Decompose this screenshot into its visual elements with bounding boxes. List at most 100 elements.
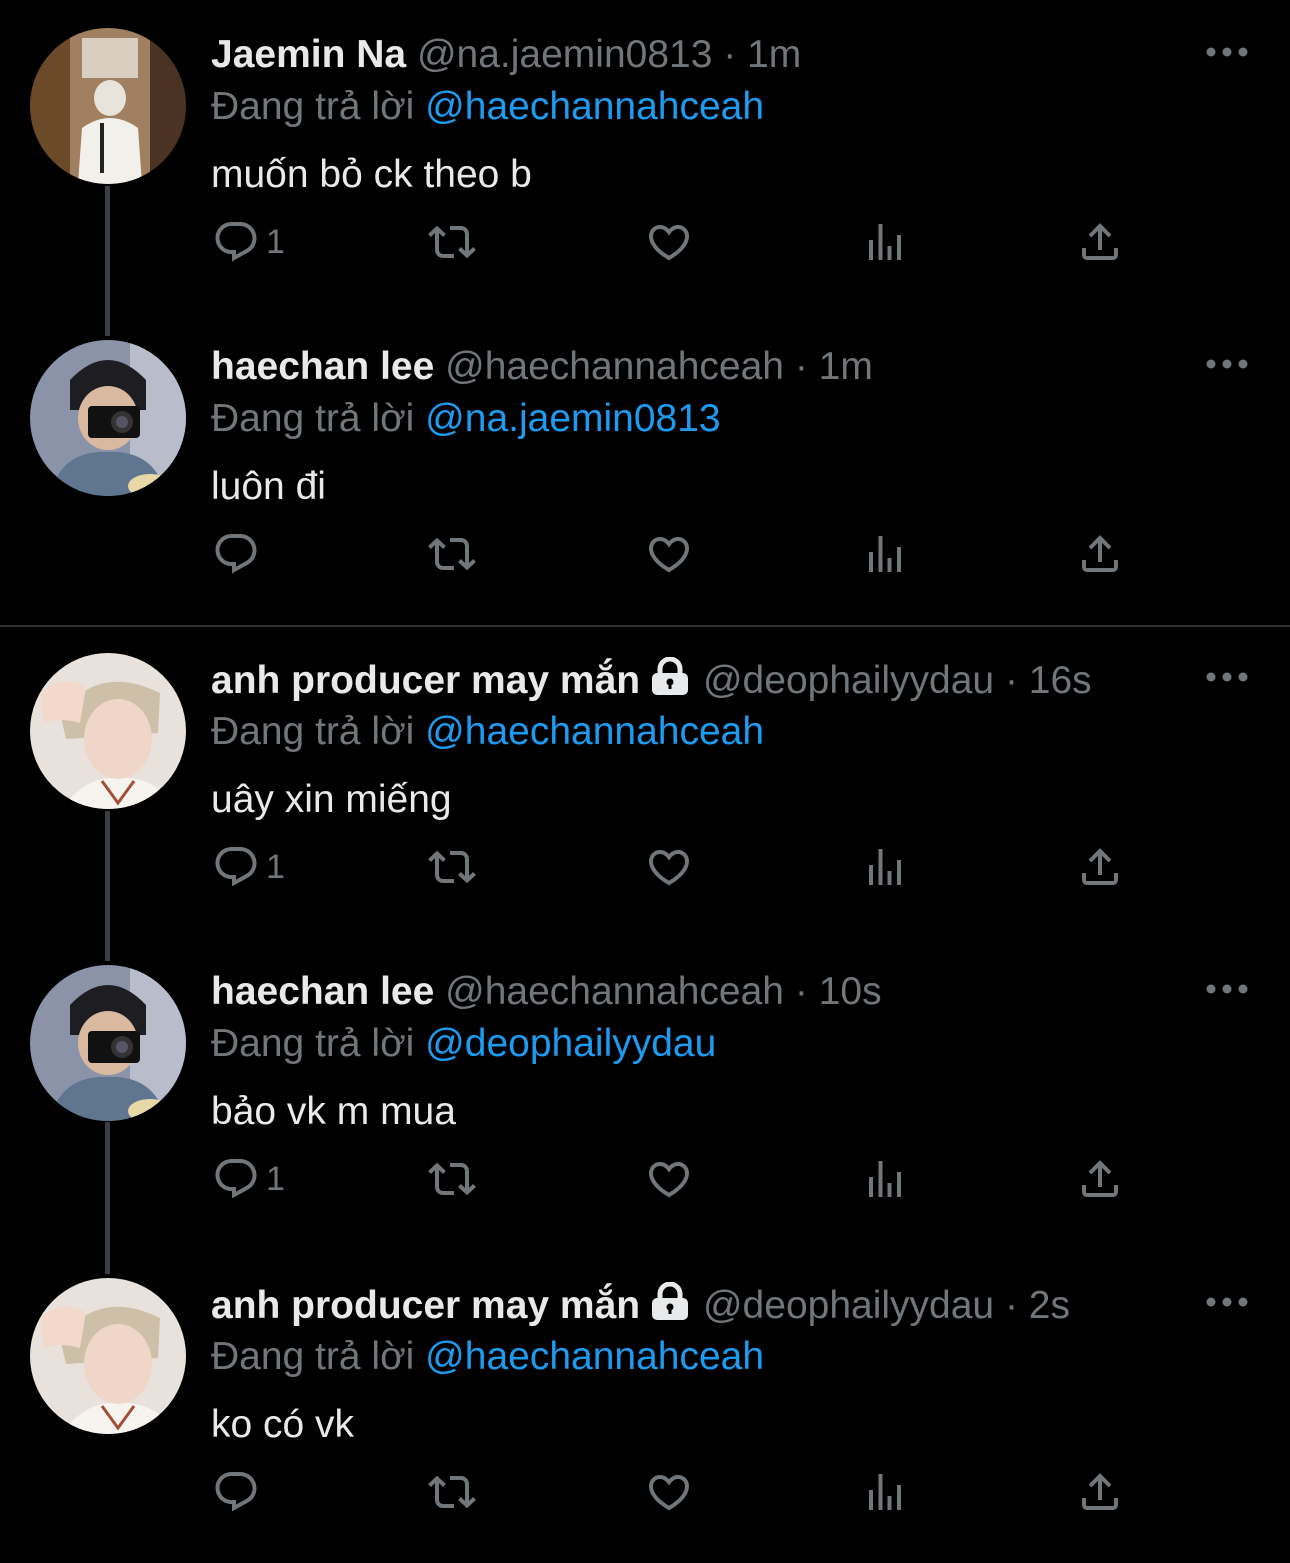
heart-action[interactable] [645,526,693,582]
views-action[interactable] [861,526,909,582]
reply-prefix: Đang trả lời [211,1022,415,1065]
user-handle[interactable]: @haechannahceah [445,970,784,1013]
separator: · [723,33,737,76]
views-action[interactable] [861,1151,909,1207]
reply-mention[interactable]: @haechannahceah [425,85,764,128]
tweet-text: ko có vk [211,1403,355,1446]
tweet-text: bảo vk m mua [211,1090,456,1133]
retweet-action[interactable] [428,214,476,270]
heart-action[interactable] [645,839,693,895]
display-name[interactable]: anh producer may mắn [211,659,640,702]
tweet[interactable]: anh producer may mắn @deophailyydau · 16… [0,625,1290,937]
views-action[interactable] [861,839,909,895]
views-icon [861,1468,909,1516]
reply-icon [212,530,260,578]
more-icon[interactable] [1203,354,1251,374]
reply-mention[interactable]: @haechannahceah [425,710,764,753]
retweet-icon [428,1155,476,1203]
timestamp[interactable]: 1m [747,33,801,76]
display-name[interactable]: haechan lee [211,970,434,1013]
separator: · [1004,1284,1018,1327]
heart-action[interactable] [645,1151,693,1207]
retweet-action[interactable] [428,1151,476,1207]
views-icon [861,843,909,891]
tweet[interactable]: haechan lee @haechannahceah · 10s Đang tr… [0,937,1290,1249]
timestamp[interactable]: 2s [1029,1284,1070,1327]
user-handle[interactable]: @deophailyydau [703,659,994,702]
tweet[interactable]: anh producer may mắn @deophailyydau · 2s… [0,1250,1290,1562]
reply-icon [212,218,260,266]
views-icon [861,530,909,578]
tweet-header: haechan lee @haechannahceah · 1m [211,344,873,390]
thread-line [105,1122,110,1274]
views-action[interactable] [861,214,909,270]
avatar[interactable] [30,340,186,496]
reply-icon [212,1155,260,1203]
share-icon [1076,1155,1124,1203]
avatar[interactable] [30,1278,186,1434]
replying-to: Đang trả lời @na.jaemin0813 [211,396,721,442]
share-action[interactable] [1076,1151,1124,1207]
more-icon[interactable] [1203,42,1251,62]
tweet-header: anh producer may mắn @deophailyydau · 16… [211,656,1092,708]
heart-action[interactable] [645,1464,693,1520]
retweet-icon [428,843,476,891]
avatar[interactable] [30,653,186,809]
display-name[interactable]: anh producer may mắn [211,1284,640,1327]
reply-action[interactable] [212,1464,260,1520]
heart-icon [645,1468,693,1516]
display-name[interactable]: haechan lee [211,345,434,388]
reply-mention[interactable]: @na.jaemin0813 [425,397,720,440]
reply-count: 1 [266,222,285,261]
share-action[interactable] [1076,839,1124,895]
heart-icon [645,218,693,266]
tweet-text: luôn đi [211,465,326,508]
tweet[interactable]: haechan lee @haechannahceah · 1m Đang trả… [0,312,1290,624]
reply-mention[interactable]: @deophailyydau [425,1022,716,1065]
heart-action[interactable] [645,214,693,270]
replying-to: Đang trả lời @haechannahceah [211,84,764,130]
replying-to: Đang trả lời @haechannahceah [211,1334,764,1380]
more-icon[interactable] [1203,667,1251,687]
tweet-actions: 1 [0,1151,1290,1207]
reply-mention[interactable]: @haechannahceah [425,1335,764,1378]
share-icon [1076,530,1124,578]
heart-icon [645,843,693,891]
user-handle[interactable]: @na.jaemin0813 [417,33,712,76]
share-action[interactable] [1076,214,1124,270]
more-icon[interactable] [1203,1292,1251,1312]
separator: · [1004,659,1018,702]
user-handle[interactable]: @deophailyydau [703,1284,994,1327]
replying-to: Đang trả lời @deophailyydau [211,1021,716,1067]
reply-action[interactable]: 1 [212,214,285,270]
thread-line [105,811,110,961]
share-icon [1076,843,1124,891]
share-action[interactable] [1076,526,1124,582]
tweet-actions: 1 [0,839,1290,895]
reply-action[interactable]: 1 [212,1151,285,1207]
share-action[interactable] [1076,1464,1124,1520]
user-handle[interactable]: @haechannahceah [445,345,784,388]
more-icon[interactable] [1203,979,1251,999]
reply-action[interactable]: 1 [212,839,285,895]
reply-prefix: Đang trả lời [211,710,415,753]
retweet-action[interactable] [428,1464,476,1520]
display-name[interactable]: Jaemin Na [211,33,406,76]
retweet-action[interactable] [428,839,476,895]
separator: · [794,345,808,388]
avatar[interactable] [30,28,186,184]
timestamp[interactable]: 1m [819,345,873,388]
timestamp[interactable]: 16s [1029,659,1092,702]
avatar[interactable] [30,965,186,1121]
retweet-icon [428,530,476,578]
timestamp[interactable]: 10s [819,970,882,1013]
tweet-header: anh producer may mắn @deophailyydau · 2s [211,1281,1070,1333]
lock-icon [648,656,692,708]
reply-prefix: Đang trả lời [211,85,415,128]
reply-action[interactable] [212,526,260,582]
tweet-actions: 1 [0,214,1290,270]
views-action[interactable] [861,1464,909,1520]
tweet[interactable]: Jaemin Na @na.jaemin0813 · 1m Đang trả lờ… [0,0,1290,312]
heart-icon [645,530,693,578]
retweet-action[interactable] [428,526,476,582]
